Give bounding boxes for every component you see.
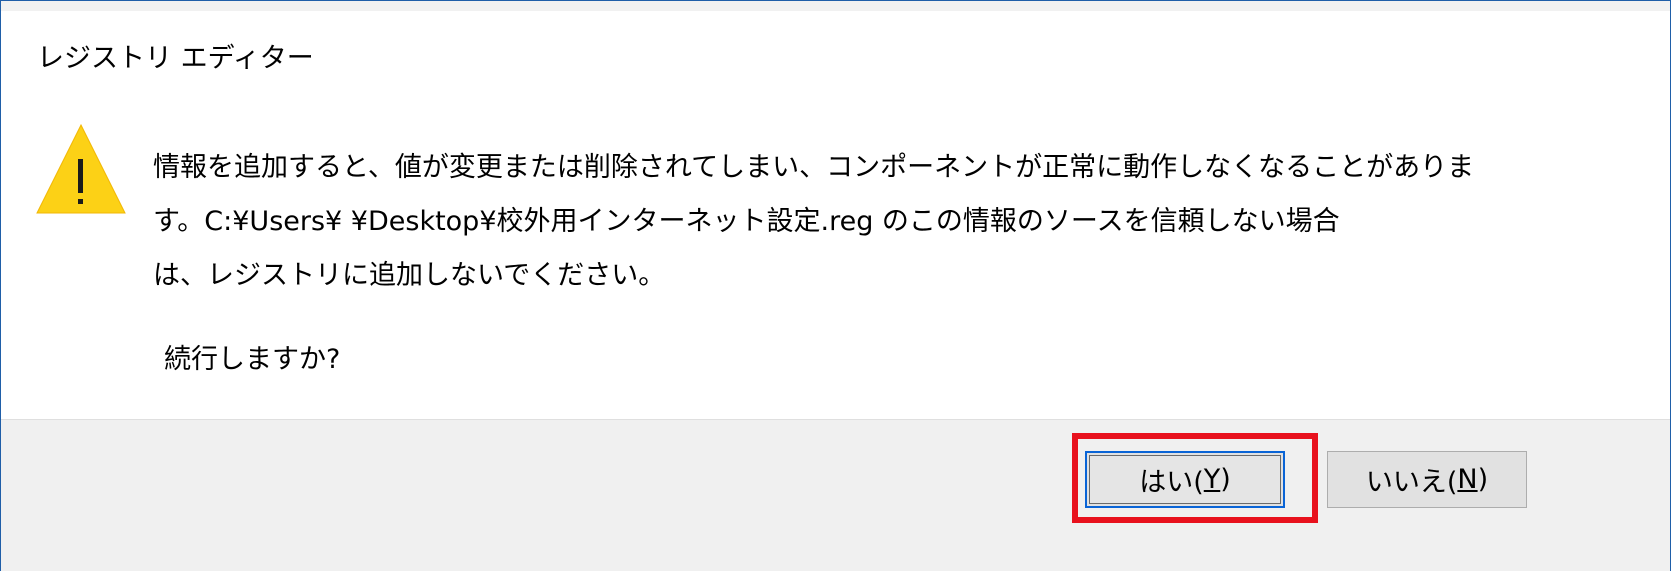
dialog-title: レジストリ エディター [37, 43, 314, 74]
yes-button-suffix: ) [1220, 464, 1231, 495]
message-line: 情報を追加すると、値が変更または削除されてしまい、コンポーネントが正常に動作しな… [153, 152, 1475, 183]
yes-button[interactable]: はい(Y) [1085, 451, 1285, 508]
dialog-message: 情報を追加すると、値が変更または削除されてしまい、コンポーネントが正常に動作しな… [153, 141, 1613, 303]
yes-button-label: はい( [1139, 467, 1204, 498]
message-line: は、レジストリに追加しないでください。 [153, 260, 666, 291]
no-button-label: いいえ( [1365, 467, 1458, 498]
dialog-question: 続行しますか? [164, 344, 341, 375]
dialog-top-strip [1, 1, 1670, 11]
message-line: す。C:¥Users¥ ¥Desktop¥校外用インターネット設定.reg のこ… [153, 206, 1340, 237]
no-button[interactable]: いいえ(N) [1327, 451, 1527, 508]
no-button-suffix: ) [1477, 464, 1489, 495]
no-button-mnemonic: N [1457, 464, 1478, 495]
yes-button-mnemonic: Y [1203, 464, 1221, 495]
registry-editor-dialog: レジストリ エディター 情報を追加すると、値が変更または削除されてしまい、コンポ… [0, 0, 1671, 571]
warning-icon [36, 123, 126, 214]
